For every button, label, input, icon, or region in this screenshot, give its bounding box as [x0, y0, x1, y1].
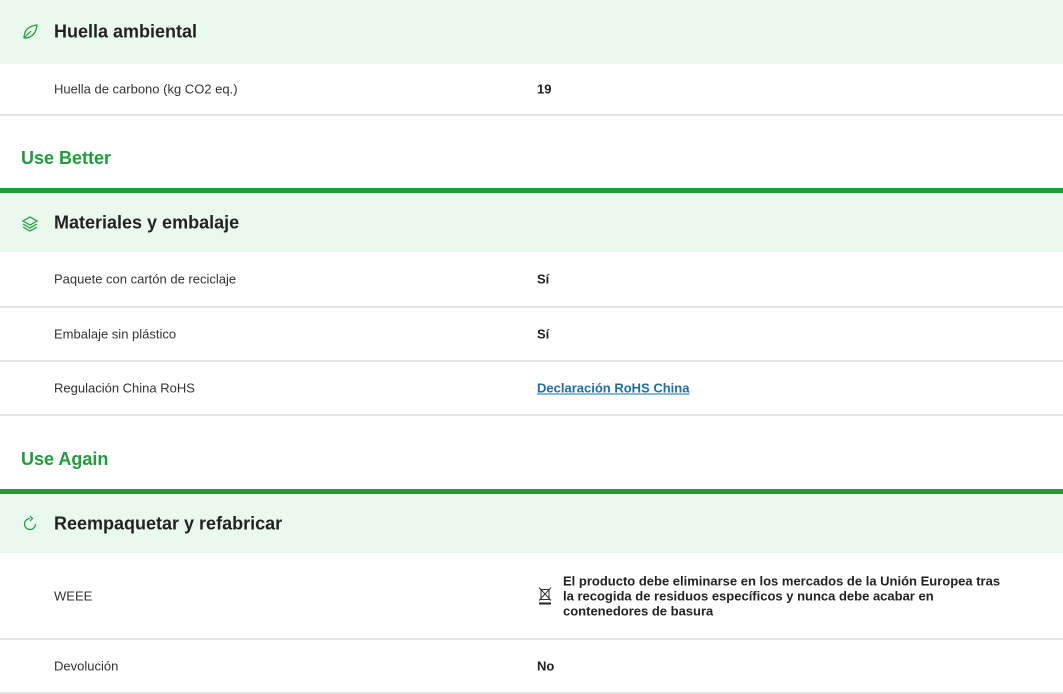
row-label: Paquete con cartón de reciclaje	[54, 271, 237, 287]
row-label: Regulación China RoHS	[54, 380, 195, 396]
section-title: Huella ambiental	[54, 21, 198, 42]
layers-icon	[21, 215, 39, 232]
row-value: Sí	[537, 326, 550, 342]
refresh-icon	[23, 515, 37, 530]
section-title: Materiales y embalaje	[54, 212, 240, 232]
row-label: WEEE	[54, 588, 93, 603]
row-value: Sí	[537, 271, 550, 287]
row-label: Embalaje sin plástico	[54, 326, 177, 342]
crossed-bin-icon	[538, 587, 552, 605]
table-row: Huella de carbono (kg CO2 eq.) 19	[0, 64, 1063, 116]
leaf-icon	[23, 24, 38, 39]
row-value: Declaración RoHS China	[537, 381, 689, 396]
row-label: Devolución	[54, 658, 119, 674]
section-header-materials: Materiales y embalaje	[0, 188, 1063, 252]
table-row: Paquete con cartón de reciclaje Sí	[0, 252, 1063, 308]
table-row: Regulación China RoHS Declaración RoHS C…	[0, 362, 1063, 416]
weee-text: El producto debe eliminarse en los merca…	[563, 573, 1001, 618]
rohs-declaration-link[interactable]: Declaración RoHS China	[537, 381, 689, 396]
table-row: Devolución No	[0, 640, 1063, 694]
table-row: Embalaje sin plástico Sí	[0, 308, 1063, 362]
row-value: El producto debe eliminarse en los merca…	[537, 573, 1003, 618]
row-label: Huella de carbono (kg CO2 eq.)	[54, 81, 238, 97]
group-title-use-better: Use Better	[21, 148, 112, 168]
section-header-environmental: Huella ambiental	[0, 0, 1063, 64]
table-row: WEEE El producto debe eliminarse en los …	[0, 553, 1063, 640]
row-value: No	[537, 658, 555, 674]
group-title-use-again: Use Again	[21, 449, 109, 469]
sustainability-page: Huella ambiental Huella de carbono (kg C…	[0, 0, 1063, 694]
section-header-repackage: Reempaquetar y refabricar	[0, 489, 1063, 553]
section-title: Reempaquetar y refabricar	[54, 513, 283, 533]
row-value: 19	[537, 81, 552, 97]
